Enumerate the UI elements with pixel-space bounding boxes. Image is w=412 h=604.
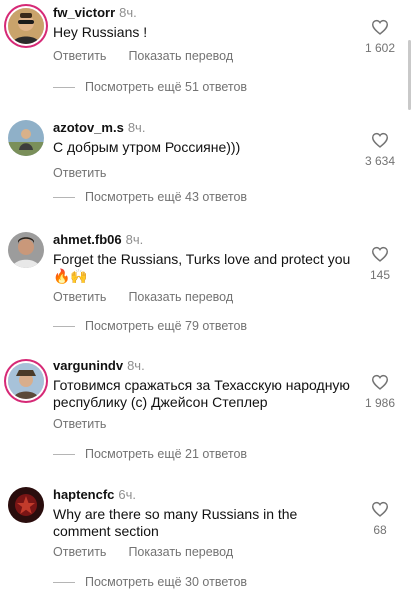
show-translation-button[interactable]: Показать перевод: [128, 545, 233, 559]
reply-button[interactable]: Ответить: [53, 49, 106, 63]
avatar[interactable]: [8, 232, 44, 268]
like-column: 68: [360, 501, 400, 537]
comment-text: Forget the Russians, Turks love and prot…: [53, 251, 351, 284]
view-replies-button[interactable]: Посмотреть ещё 30 ответов: [53, 574, 247, 590]
username[interactable]: ahmet.fb06: [53, 232, 122, 247]
heart-outline-icon[interactable]: [371, 132, 389, 148]
view-replies-button[interactable]: Посмотреть ещё 79 ответов: [53, 318, 247, 334]
comment-text: С добрым утром Россияне))): [53, 139, 241, 155]
comment-actions: Ответить: [53, 165, 128, 181]
like-count: 145: [369, 268, 391, 282]
comment-meta: haptencfc 6ч.: [53, 487, 136, 503]
replies-divider: [53, 196, 75, 198]
heart-outline-icon[interactable]: [371, 246, 389, 262]
replies-divider: [53, 581, 75, 583]
timestamp: 8ч.: [125, 232, 144, 247]
comment-meta: ahmet.fb06 8ч.: [53, 232, 143, 248]
like-column: 3 634: [360, 132, 400, 168]
show-translation-button[interactable]: Показать перевод: [128, 290, 233, 304]
comment-meta: vargunindv 8ч.: [53, 358, 145, 374]
replies-divider: [53, 453, 75, 455]
avatar-man-sunglasses-icon: [8, 8, 44, 44]
username[interactable]: vargunindv: [53, 358, 123, 373]
timestamp: 8ч.: [127, 120, 146, 135]
avatar[interactable]: [8, 487, 44, 523]
username[interactable]: fw_victorr: [53, 5, 115, 20]
view-replies-label: Посмотреть ещё 79 ответов: [85, 319, 248, 333]
avatar[interactable]: [8, 120, 44, 156]
timestamp: 8ч.: [127, 358, 145, 373]
reply-button[interactable]: Ответить: [53, 166, 106, 180]
like-column: 1 602: [360, 19, 400, 55]
view-replies-label: Посмотреть ещё 51 ответов: [85, 80, 248, 94]
reply-button[interactable]: Ответить: [53, 417, 106, 431]
like-count: 68: [373, 523, 387, 537]
avatar-man-portrait-icon: [8, 232, 44, 268]
view-replies-label: Посмотреть ещё 43 ответов: [85, 190, 248, 204]
avatar[interactable]: [8, 363, 44, 399]
reply-button[interactable]: Ответить: [53, 545, 106, 559]
scrollbar-thumb[interactable]: [408, 40, 411, 110]
show-translation-button[interactable]: Показать перевод: [128, 49, 233, 63]
comment-actions: Ответить Показать перевод: [53, 48, 255, 64]
view-replies-button[interactable]: Посмотреть ещё 21 ответов: [53, 446, 247, 462]
like-count: 1 986: [364, 396, 396, 410]
replies-divider: [53, 86, 75, 88]
comment-actions: Ответить: [53, 416, 128, 432]
view-replies-label: Посмотреть ещё 21 ответов: [85, 447, 248, 461]
avatar-dark-red-logo-icon: [8, 487, 44, 523]
username[interactable]: azotov_m.s: [53, 120, 124, 135]
view-replies-label: Посмотреть ещё 30 ответов: [85, 575, 248, 589]
comment-text: Готовимся сражаться за Техасскую народну…: [53, 377, 350, 410]
comment-meta: fw_victorr 8ч.: [53, 5, 137, 21]
like-column: 1 986: [360, 374, 400, 410]
comment-text: Why are there so many Russians in the co…: [53, 506, 298, 539]
heart-outline-icon[interactable]: [371, 501, 389, 517]
like-count: 1 602: [364, 41, 396, 55]
comment-actions: Ответить Показать перевод: [53, 544, 255, 560]
avatar-person-hat-icon: [8, 363, 44, 399]
timestamp: 8ч.: [119, 5, 137, 20]
avatar[interactable]: [8, 8, 44, 44]
like-count: 3 634: [364, 154, 396, 168]
timestamp: 6ч.: [118, 487, 137, 502]
replies-divider: [53, 325, 75, 327]
comment-text: Hey Russians !: [53, 24, 148, 40]
comment-meta: azotov_m.s 8ч.: [53, 120, 145, 136]
comment-actions: Ответить Показать перевод: [53, 289, 255, 305]
heart-outline-icon[interactable]: [371, 374, 389, 390]
like-column: 145: [360, 246, 400, 282]
reply-button[interactable]: Ответить: [53, 290, 106, 304]
view-replies-button[interactable]: Посмотреть ещё 43 ответов: [53, 189, 247, 205]
username[interactable]: haptencfc: [53, 487, 114, 502]
heart-outline-icon[interactable]: [371, 19, 389, 35]
avatar-person-outdoors-icon: [8, 120, 44, 156]
view-replies-button[interactable]: Посмотреть ещё 51 ответов: [53, 79, 247, 95]
